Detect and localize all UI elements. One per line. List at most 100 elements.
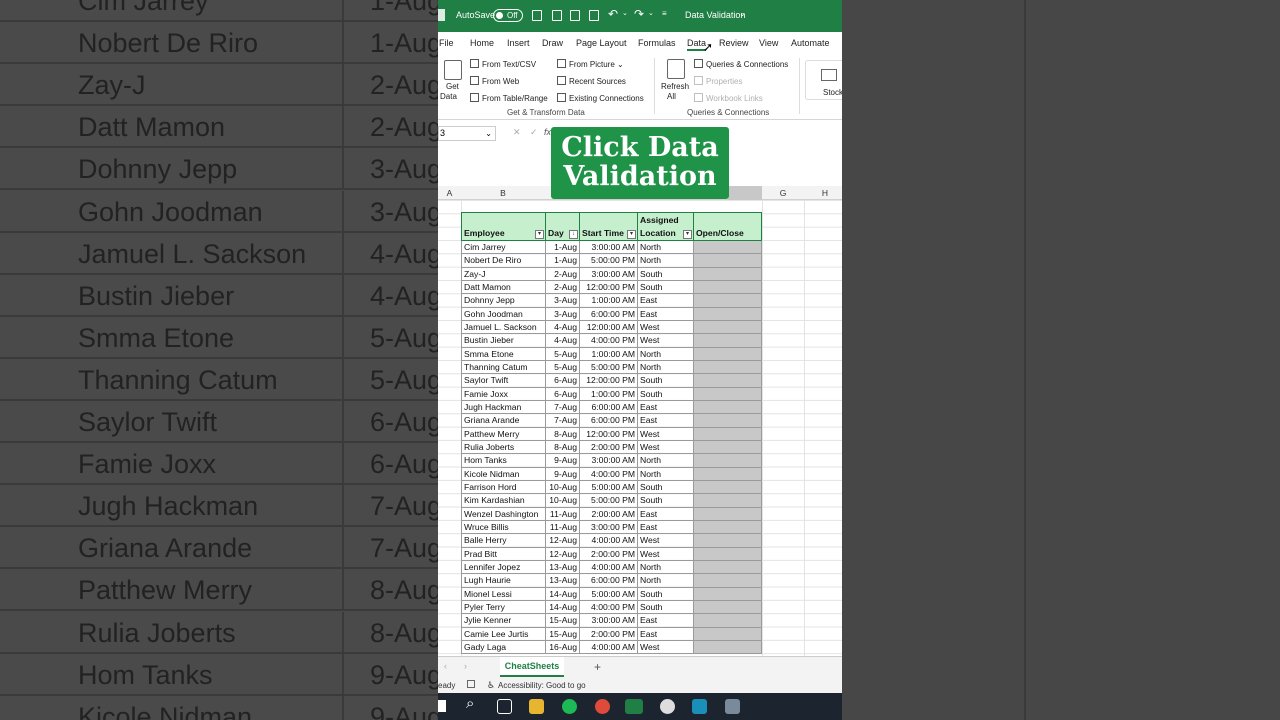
cell-open-close[interactable]: [693, 546, 762, 561]
cell-start-time[interactable]: 6:00:00 PM: [579, 573, 638, 588]
cell-day[interactable]: 14-Aug: [545, 586, 580, 601]
cell-start-time[interactable]: 12:00:00 AM: [579, 319, 638, 335]
cell-location[interactable]: North: [637, 559, 694, 575]
tab-automate[interactable]: Automate: [791, 38, 830, 48]
cell-start-time[interactable]: 12:00:00 PM: [579, 279, 638, 295]
header-location[interactable]: Assigned Location ▾: [637, 212, 694, 241]
cell-start-time[interactable]: 3:00:00 AM: [579, 453, 638, 468]
cell-employee[interactable]: Patthew Merry: [461, 426, 546, 441]
cell-employee[interactable]: Rulia Joberts: [461, 439, 546, 455]
cell-start-time[interactable]: 5:00:00 PM: [579, 359, 638, 375]
cell-location[interactable]: East: [637, 399, 694, 415]
from-text-csv-button[interactable]: From Text/CSV: [470, 59, 536, 69]
header-open-close[interactable]: Open/Close: [693, 212, 762, 241]
cell-employee[interactable]: Bustin Jieber: [461, 333, 546, 348]
cell-day[interactable]: 7-Aug: [545, 413, 580, 428]
refresh-label-1[interactable]: Refresh: [661, 82, 689, 91]
save-icon[interactable]: [532, 10, 542, 21]
queries-connections-button[interactable]: Queries & Connections: [694, 59, 788, 69]
cell-start-time[interactable]: 4:00:00 PM: [579, 333, 638, 348]
cell-start-time[interactable]: 6:00:00 PM: [579, 413, 638, 428]
cell-location[interactable]: West: [637, 426, 694, 441]
cell-employee[interactable]: Cim Jarrey: [461, 239, 546, 255]
cell-employee[interactable]: Jugh Hackman: [461, 399, 546, 415]
cell-open-close[interactable]: [693, 266, 762, 281]
cell-start-time[interactable]: 2:00:00 AM: [579, 506, 638, 521]
cell-employee[interactable]: Wenzel Dashington: [461, 506, 546, 521]
cell-employee[interactable]: Hom Tanks: [461, 453, 546, 468]
print-icon[interactable]: [589, 10, 599, 21]
chrome-icon[interactable]: [595, 699, 610, 714]
cancel-icon[interactable]: ✕: [513, 127, 521, 138]
cell-day[interactable]: 9-Aug: [545, 466, 580, 481]
cell-open-close[interactable]: [693, 493, 762, 508]
cell-location[interactable]: North: [637, 253, 694, 268]
cell-employee[interactable]: Lennifer Jopez: [461, 559, 546, 575]
cell-employee[interactable]: Jamuel L. Sackson: [461, 319, 546, 335]
redo-icon[interactable]: ↷: [634, 7, 644, 21]
cell-employee[interactable]: Lugh Haurie: [461, 573, 546, 588]
cell-day[interactable]: 5-Aug: [545, 346, 580, 361]
cell-location[interactable]: East: [637, 506, 694, 521]
cell-start-time[interactable]: 3:00:00 PM: [579, 519, 638, 535]
add-sheet-button[interactable]: +: [594, 660, 601, 674]
name-box-dropdown-icon[interactable]: ⌄: [485, 127, 492, 140]
cell-employee[interactable]: Balle Herry: [461, 533, 546, 548]
cell-location[interactable]: South: [637, 599, 694, 615]
windows-start-icon[interactable]: [438, 700, 446, 712]
cell-location[interactable]: East: [637, 613, 694, 628]
cell-employee[interactable]: Jylie Kenner: [461, 613, 546, 628]
cell-open-close[interactable]: [693, 586, 762, 601]
properties-button[interactable]: Properties: [694, 76, 742, 86]
macro-icon[interactable]: [467, 680, 475, 688]
cell-day[interactable]: 9-Aug: [545, 453, 580, 468]
undo-icon[interactable]: ↶: [608, 7, 618, 21]
calculator-icon[interactable]: [725, 699, 740, 714]
cell-start-time[interactable]: 1:00:00 PM: [579, 386, 638, 401]
cell-open-close[interactable]: [693, 599, 762, 615]
cell-employee[interactable]: Mionel Lessi: [461, 586, 546, 601]
cell-location[interactable]: East: [637, 626, 694, 641]
cell-day[interactable]: 1-Aug: [545, 253, 580, 268]
cell-employee[interactable]: Prad Bitt: [461, 546, 546, 561]
cell-day[interactable]: 8-Aug: [545, 439, 580, 455]
from-picture-button[interactable]: From Picture ⌄: [557, 59, 624, 69]
cell-start-time[interactable]: 6:00:00 PM: [579, 306, 638, 321]
cell-open-close[interactable]: [693, 453, 762, 468]
cell-location[interactable]: West: [637, 533, 694, 548]
name-box[interactable]: 3 ⌄: [438, 126, 496, 141]
tab-view[interactable]: View: [759, 38, 778, 48]
cell-location[interactable]: North: [637, 346, 694, 361]
selected-column-header[interactable]: [728, 186, 762, 200]
cell-employee[interactable]: Gohn Joodman: [461, 306, 546, 321]
existing-connections-button[interactable]: Existing Connections: [557, 93, 644, 103]
header-employee[interactable]: Employee ▾: [461, 212, 546, 241]
cell-open-close[interactable]: [693, 519, 762, 535]
cell-location[interactable]: West: [637, 639, 694, 655]
tab-file[interactable]: File: [439, 38, 454, 48]
cell-day[interactable]: 10-Aug: [545, 493, 580, 508]
cell-open-close[interactable]: [693, 346, 762, 361]
tab-insert[interactable]: Insert: [507, 38, 530, 48]
cell-location[interactable]: East: [637, 519, 694, 535]
cell-location[interactable]: South: [637, 586, 694, 601]
cell-start-time[interactable]: 4:00:00 PM: [579, 599, 638, 615]
filter-dropdown-icon[interactable]: ▾: [535, 230, 544, 239]
cell-day[interactable]: 16-Aug: [545, 639, 580, 655]
cell-open-close[interactable]: [693, 426, 762, 441]
cell-location[interactable]: North: [637, 573, 694, 588]
cell-employee[interactable]: Kim Kardashian: [461, 493, 546, 508]
table-icon[interactable]: [552, 10, 562, 21]
cell-start-time[interactable]: 2:00:00 PM: [579, 626, 638, 641]
cell-open-close[interactable]: [693, 386, 762, 401]
cell-location[interactable]: North: [637, 359, 694, 375]
cell-open-close[interactable]: [693, 319, 762, 335]
redo-dropdown-icon[interactable]: ⌄: [648, 9, 654, 17]
cell-employee[interactable]: Nobert De Riro: [461, 253, 546, 268]
cell-day[interactable]: 15-Aug: [545, 626, 580, 641]
tab-page-layout[interactable]: Page Layout: [576, 38, 627, 48]
cell-open-close[interactable]: [693, 479, 762, 495]
workbook-links-button[interactable]: Workbook Links: [694, 93, 763, 103]
cell-location[interactable]: East: [637, 293, 694, 308]
tab-draw[interactable]: Draw: [542, 38, 563, 48]
